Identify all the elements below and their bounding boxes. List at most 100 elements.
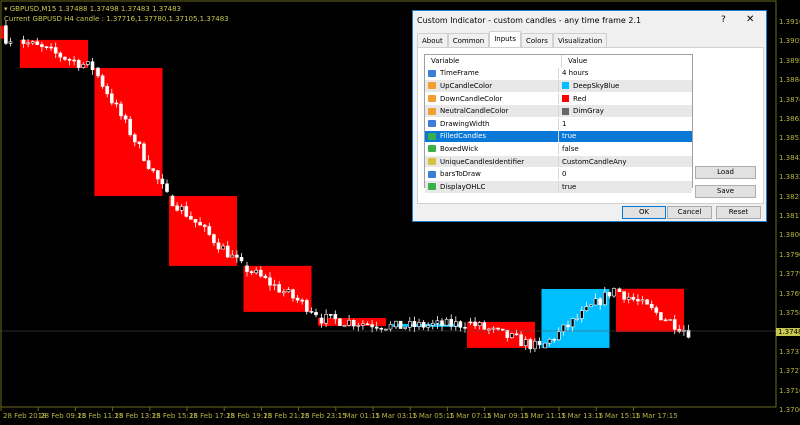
m15-up-candle — [426, 325, 431, 328]
m15-down-candle — [351, 319, 356, 327]
close-icon[interactable]: ✕ — [746, 14, 754, 25]
m15-down-candle — [263, 275, 268, 279]
m15-up-candle — [533, 340, 537, 350]
m15-down-candle — [333, 314, 338, 320]
m15-up-candle — [179, 206, 184, 211]
m15-down-candle — [170, 195, 175, 207]
m15-down-candle — [291, 289, 295, 299]
m15-down-candle — [249, 271, 254, 274]
tab-about[interactable]: About — [417, 33, 448, 48]
m15-up-candle — [556, 331, 561, 340]
price-tick-label: 1.38845 — [779, 76, 800, 85]
m15-down-candle — [500, 328, 505, 331]
m15-down-candle — [374, 326, 379, 329]
m15-down-candle — [598, 298, 603, 306]
m15-up-candle — [403, 326, 408, 329]
boolean-type-icon — [428, 145, 436, 153]
number-type-icon — [428, 69, 436, 77]
help-button[interactable]: ? — [721, 15, 726, 25]
load-button[interactable]: Load — [695, 166, 756, 179]
m15-down-candle — [146, 160, 151, 170]
column-value: Value — [568, 56, 588, 65]
m15-down-candle — [76, 60, 81, 68]
m15-up-candle — [523, 339, 528, 346]
m15-up-candle — [272, 284, 277, 286]
m15-down-candle — [156, 170, 160, 180]
number-type-icon — [428, 170, 436, 178]
table-row[interactable]: BoxedWick false — [425, 143, 692, 156]
table-row[interactable]: NeutralCandleColor DimGray — [425, 105, 692, 118]
value-cell[interactable]: Red — [559, 93, 692, 105]
tab-bar: About Common Inputs Colors Visualization — [417, 31, 608, 48]
price-tick-label: 1.37585 — [779, 309, 800, 317]
value-cell[interactable]: DeepSkyBlue — [559, 80, 692, 92]
m15-down-candle — [90, 61, 95, 71]
variable-value: false — [562, 144, 579, 153]
m15-down-candle — [151, 168, 155, 171]
value-cell[interactable]: 0 — [559, 168, 692, 180]
time-tick-label: 1 Mar 05:15 — [412, 412, 455, 420]
value-cell[interactable]: true — [559, 181, 692, 193]
m15-up-candle — [86, 61, 90, 65]
reset-button[interactable]: Reset — [716, 206, 761, 219]
variable-name: FilledCandles — [440, 132, 487, 141]
m15-up-candle — [593, 298, 598, 306]
m15-down-candle — [21, 39, 26, 44]
table-row[interactable]: UniqueCandlesIdentifier CustomCandleAny — [425, 155, 692, 169]
table-row[interactable]: barsToDraw 0 — [425, 168, 692, 181]
indicator-dialog: Custom Indicator - custom candles - any … — [412, 10, 767, 222]
cancel-button[interactable]: Cancel — [667, 206, 712, 219]
time-tick-label: 1 Mar 01:15 — [337, 412, 381, 420]
table-row[interactable]: FilledCandles true — [425, 130, 692, 144]
boolean-type-icon — [428, 183, 436, 191]
value-cell[interactable]: CustomCandleAny — [559, 156, 692, 168]
m15-down-candle — [482, 322, 487, 330]
m15-up-candle — [8, 41, 13, 44]
number-type-icon — [428, 120, 436, 128]
m15-down-candle — [53, 47, 58, 54]
variable-cell: UniqueCandlesIdentifier — [425, 155, 559, 168]
table-row[interactable]: DownCandleColor Red — [425, 92, 692, 106]
m15-up-candle — [394, 320, 398, 328]
m15-up-candle — [430, 323, 435, 326]
color-type-icon — [428, 107, 436, 115]
time-tick-label: 1 Mar 09:15 — [486, 412, 529, 420]
table-row[interactable]: TimeFrame 4 hours — [425, 67, 692, 81]
color-swatch — [562, 95, 569, 103]
m15-down-candle — [300, 299, 305, 302]
value-cell[interactable]: false — [559, 143, 692, 155]
table-row[interactable]: DrawingWidth 1 — [425, 117, 692, 131]
time-tick-label: 1 Mar 03:15 — [375, 412, 418, 420]
inputs-table: Variable Value TimeFrame 4 hours UpCandleC… — [424, 54, 693, 194]
m15-down-candle — [258, 269, 263, 277]
m15-down-candle — [672, 319, 677, 330]
save-button[interactable]: Save — [695, 185, 756, 198]
m15-up-candle — [626, 296, 631, 300]
m15-down-candle — [552, 338, 557, 341]
m15-up-candle — [435, 320, 440, 324]
ok-button[interactable]: OK — [622, 206, 666, 219]
m15-down-candle — [212, 234, 216, 244]
table-row[interactable]: UpCandleColor DeepSkyBlue — [425, 80, 692, 93]
value-cell[interactable]: 4 hours — [559, 68, 692, 80]
value-cell[interactable]: 1 — [559, 118, 692, 130]
variable-cell: DownCandleColor — [425, 92, 559, 105]
m15-up-candle — [81, 64, 86, 68]
price-tick-label: 1.38740 — [779, 95, 800, 104]
value-cell[interactable]: DimGray — [559, 105, 692, 117]
tab-inputs[interactable]: Inputs — [489, 31, 522, 48]
m15-down-candle — [184, 206, 189, 217]
tab-colors[interactable]: Colors — [521, 33, 553, 48]
tab-visualization[interactable]: Visualization — [552, 33, 608, 48]
m15-up-candle — [640, 299, 645, 302]
m15-up-candle — [589, 304, 593, 307]
m15-down-candle — [468, 321, 473, 324]
m15-down-candle — [198, 222, 202, 226]
variable-cell: barsToDraw — [425, 168, 559, 180]
m15-up-candle — [547, 338, 552, 344]
m15-down-candle — [314, 312, 318, 316]
tab-common[interactable]: Common — [447, 33, 490, 48]
price-tick-label: 1.38215 — [779, 192, 800, 201]
table-row[interactable]: DisplayOHLC true — [425, 180, 692, 194]
value-cell[interactable]: true — [559, 131, 692, 143]
